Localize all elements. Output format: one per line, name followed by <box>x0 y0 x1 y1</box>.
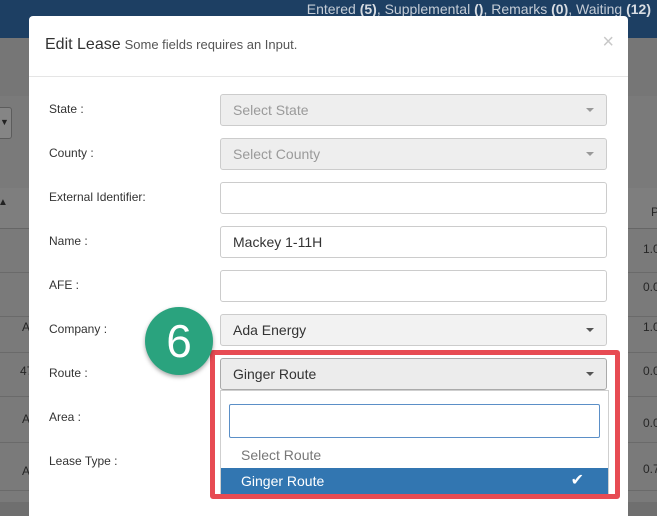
table-cell: 0.0 <box>643 280 657 294</box>
route-label: Route : <box>49 366 88 380</box>
company-select[interactable]: Ada Energy <box>220 314 607 346</box>
caret-down-icon <box>586 328 594 332</box>
route-option-label: Ginger Route <box>241 473 325 489</box>
status-entered-count: (5) <box>359 1 377 17</box>
route-option-select-route[interactable]: Select Route <box>221 442 608 468</box>
table-cell: 0.0 <box>643 416 657 430</box>
company-label: Company : <box>49 322 108 336</box>
table-cell: 0.0 <box>643 364 657 378</box>
afe-input[interactable] <box>220 270 607 302</box>
status-waiting-count: (12) <box>626 1 651 17</box>
name-input[interactable] <box>220 226 607 258</box>
county-select-value: Select County <box>233 146 321 162</box>
route-search-input[interactable] <box>229 404 600 438</box>
route-option-label: Select Route <box>241 447 322 463</box>
state-label: State : <box>49 102 84 116</box>
lease-type-label: Lease Type : <box>49 454 118 468</box>
status-entered-label[interactable]: Entered <box>307 1 356 17</box>
status-waiting-label[interactable]: Waiting <box>576 1 622 17</box>
modal-header: Edit Lease Some fields requires an Input.… <box>29 16 628 77</box>
modal-subtitle: Some fields requires an Input. <box>124 37 298 52</box>
table-cell: 1.0 <box>643 242 657 256</box>
area-label: Area : <box>49 410 82 424</box>
route-select[interactable]: Ginger Route <box>220 358 607 390</box>
background-header-cell: P <box>651 205 657 219</box>
status-summary: Entered (5), Supplemental (), Remarks (0… <box>306 1 651 17</box>
check-icon: ✔ <box>570 472 584 489</box>
caret-down-icon <box>586 152 594 156</box>
route-select-value: Ginger Route <box>233 366 317 382</box>
status-remarks-count: (0) <box>551 1 569 17</box>
state-select-value: Select State <box>233 102 309 118</box>
external-identifier-label: External Identifier: <box>49 190 146 204</box>
background-page-size-select[interactable]: ▼ <box>0 107 12 139</box>
table-cell: 0.7 <box>643 462 657 476</box>
modal-title: Edit Lease Some fields requires an Input. <box>45 36 297 54</box>
status-remarks-label[interactable]: Remarks <box>491 1 547 17</box>
county-select[interactable]: Select County <box>220 138 607 170</box>
status-supplemental-label[interactable]: Supplemental <box>385 1 471 17</box>
state-select[interactable]: Select State <box>220 94 607 126</box>
edit-lease-modal: Edit Lease Some fields requires an Input.… <box>29 16 628 516</box>
chevron-down-icon: ▼ <box>0 117 9 127</box>
modal-title-text: Edit Lease <box>45 36 121 53</box>
name-label: Name : <box>49 234 88 248</box>
route-option-ginger-route[interactable]: Ginger Route ✔ <box>221 468 608 494</box>
afe-label: AFE : <box>49 278 80 292</box>
caret-down-icon <box>586 108 594 112</box>
caret-down-icon <box>586 372 594 376</box>
sort-asc-icon[interactable]: ▲ <box>0 197 8 208</box>
step-number-badge: 6 <box>145 307 213 375</box>
close-icon[interactable]: × <box>602 31 614 54</box>
county-label: County : <box>49 146 94 160</box>
company-select-value: Ada Energy <box>233 322 307 338</box>
table-cell: 1.0 <box>643 320 657 334</box>
route-dropdown: Select Route Ginger Route ✔ <box>220 390 609 498</box>
status-supplemental-count: () <box>474 1 484 17</box>
external-identifier-input[interactable] <box>220 182 607 214</box>
